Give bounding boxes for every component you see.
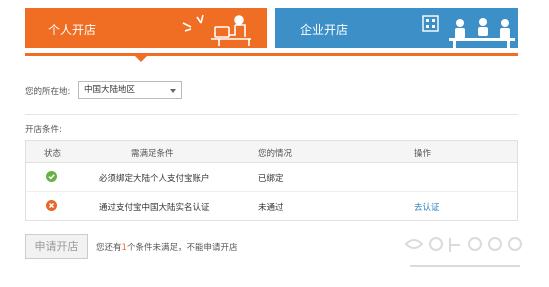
tab-personal-shop[interactable]: 个人开店 <box>25 8 267 48</box>
header-condition: 需满足条件 <box>131 149 174 159</box>
check-icon <box>46 171 57 182</box>
tabs-underline <box>25 53 518 56</box>
header-status: 状态 <box>44 149 62 159</box>
tab-personal-label: 个人开店 <box>48 23 97 37</box>
company-shop-illustration-icon <box>422 15 515 48</box>
cross-icon <box>46 200 57 211</box>
condition-text: 必须绑定大陆个人支付宝账户 <box>99 174 210 184</box>
shop-type-tabs: 个人开店 企业开店 <box>25 8 518 48</box>
tab-company-label: 企业开店 <box>300 23 349 37</box>
table-row: 通过支付宝中国大陆实名认证 未通过 去认证 <box>26 192 517 221</box>
condition-text: 通过支付宝中国大陆实名认证 <box>99 203 210 213</box>
verify-link[interactable]: 去认证 <box>414 201 440 213</box>
apply-note-prefix: 您还有 <box>96 243 122 253</box>
situation-text: 已绑定 <box>258 174 284 184</box>
header-situation: 您的情况 <box>258 149 293 159</box>
active-tab-pointer <box>134 55 148 62</box>
apply-note: 您还有1个条件未满足，不能申请开店 <box>96 241 237 253</box>
header-action: 操作 <box>414 149 432 159</box>
tab-company-shop[interactable]: 企业开店 <box>275 8 518 48</box>
conditions-label: 开店条件: <box>25 125 62 135</box>
location-label: 您的所在地: <box>25 87 71 97</box>
divider <box>25 114 518 115</box>
table-row: 必须绑定大陆个人支付宝账户 已绑定 <box>26 163 517 192</box>
chevron-down-icon <box>170 89 176 93</box>
watermark-logo-icon <box>404 237 522 267</box>
apply-shop-button[interactable]: 申请开店 <box>25 234 88 259</box>
location-select[interactable]: 中国大陆地区 <box>78 81 182 99</box>
table-header: 状态 需满足条件 您的情况 操作 <box>26 141 517 163</box>
situation-text: 未通过 <box>258 203 284 213</box>
personal-shop-illustration-icon <box>182 14 251 46</box>
location-selected-value: 中国大陆地区 <box>84 85 136 95</box>
conditions-table: 状态 需满足条件 您的情况 操作 必须绑定大陆个人支付宝账户 已绑定 通过支付宝… <box>25 140 518 221</box>
apply-note-suffix: 个条件未满足，不能申请开店 <box>126 243 238 253</box>
